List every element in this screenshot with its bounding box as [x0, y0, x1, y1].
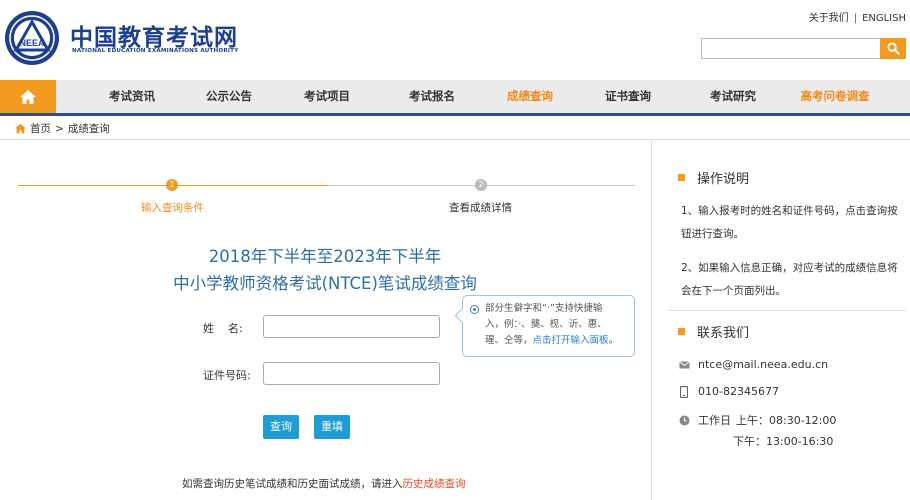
name-label: 姓 名: [203, 322, 243, 335]
search-input[interactable] [701, 38, 881, 59]
nav-item-exam-news[interactable]: 考试资讯 [104, 80, 160, 113]
nav-item-certificate-query[interactable]: 证书查询 [600, 80, 656, 113]
home-icon [15, 123, 26, 134]
help-heading: 操作说明 [678, 168, 749, 187]
site-subtitle: NATIONAL EDUCATION EXAMINATIONS AUTHORIT… [72, 48, 239, 54]
help-title: 操作说明 [697, 172, 750, 187]
email-icon [678, 360, 690, 369]
main-nav: 考试资讯 公示公告 考试项目 考试报名 成绩查询 证书查询 考试研究 高考问卷调… [0, 80, 910, 116]
home-icon [20, 89, 36, 104]
step-2-label: 查看成绩详情 [449, 202, 512, 214]
search-button[interactable] [880, 38, 906, 59]
breadcrumb-separator: > [55, 122, 64, 135]
page-title-line-2: 中小学教师资格考试(NTCE)笔试成绩查询 [173, 274, 477, 293]
email-text[interactable]: ntce@mail.neea.edu.cn [698, 358, 828, 371]
contact-heading: 联系我们 [678, 322, 749, 341]
id-number-label: 证件号码: [203, 369, 251, 382]
nav-item-gaokao-survey[interactable]: 高考问卷调查 [796, 80, 874, 113]
help-step-2: 2、如果输入信息正确，对应考试的成绩信息将会在下一个页面列出。 [681, 262, 898, 297]
tip-line-3: 瑆、仝等，点击打开输入面板。 [485, 333, 628, 349]
tip-line-3-text: 瑆、仝等， [485, 335, 533, 346]
contact-title: 联系我们 [697, 326, 750, 341]
history-text: 如需查询历史笔试成绩和历史面试成绩，请进入 [182, 478, 403, 490]
name-input[interactable] [263, 315, 440, 338]
phone-icon [678, 385, 690, 398]
open-input-panel-link[interactable]: 点击打开输入面板 [533, 335, 609, 346]
help-step-1: 1、输入报考时的姓名和证件号码，点击查询按钮进行查询。 [681, 205, 898, 240]
hours-am: 上午：08:30-12:00 [736, 414, 837, 427]
panel-divider [651, 140, 652, 500]
phone-text: 010-82345677 [698, 385, 779, 398]
nav-item-registration[interactable]: 考试报名 [404, 80, 460, 113]
nav-item-exam-programs[interactable]: 考试项目 [299, 80, 355, 113]
bullet-square-icon [678, 328, 685, 335]
input-tip-popover: 部分生僻字和“·”支持快捷输 入，例：·、龑、枧、䜣、惠、 瑆、仝等，点击打开输… [462, 295, 635, 357]
svg-text:NEEA: NEEA [19, 38, 45, 48]
reset-button[interactable]: 重填 [314, 415, 350, 439]
step-2-marker: 2 [475, 179, 487, 191]
breadcrumb-current: 成绩查询 [67, 123, 110, 135]
contact-hours-pm: 下午：13:00-16:30 [733, 433, 833, 449]
nav-item-exam-research[interactable]: 考试研究 [705, 80, 761, 113]
tip-line-2: 入，例：·、龑、枧、䜣、惠、 [485, 319, 607, 330]
hours-label: 工作日 [698, 414, 731, 427]
top-links-separator: | [853, 13, 858, 24]
top-links: 关于我们 | ENGLISH [809, 9, 906, 24]
id-number-input[interactable] [263, 362, 440, 385]
english-link[interactable]: ENGLISH [862, 13, 906, 24]
nav-home-button[interactable] [0, 80, 56, 113]
page-title-line-1: 2018年下半年至2023年下半年 [208, 247, 442, 266]
site-header: NEEA 中国教育考试网 NATIONAL EDUCATION EXAMINAT… [0, 0, 910, 80]
hours-pm: 下午：13:00-16:30 [733, 435, 834, 448]
clock-icon [678, 415, 690, 426]
tip-line-3-end: 。 [608, 335, 619, 346]
breadcrumb-home-link[interactable]: 首页 [30, 121, 51, 136]
nav-item-score-query[interactable]: 成绩查询 [502, 80, 558, 113]
site-title[interactable]: 中国教育考试网 [70, 18, 238, 52]
help-divider [668, 310, 906, 311]
nav-item-announcements[interactable]: 公示公告 [201, 80, 257, 113]
query-button[interactable]: 查询 [263, 415, 299, 439]
search-icon [886, 42, 900, 55]
history-note: 如需查询历史笔试成绩和历史面试成绩，请进入历史成绩查询 [182, 476, 466, 491]
bullet-square-icon [678, 174, 685, 181]
info-radio-icon [470, 305, 479, 314]
about-link[interactable]: 关于我们 [809, 13, 849, 24]
breadcrumb: 首页 > 成绩查询 [14, 121, 110, 136]
step-1-label: 输入查询条件 [141, 202, 204, 214]
history-score-link[interactable]: 历史成绩查询 [403, 478, 466, 490]
tip-line-1: 部分生僻字和“·”支持快捷输 [485, 303, 603, 314]
step-1-marker: 1 [166, 179, 178, 191]
neea-logo[interactable]: NEEA [4, 10, 60, 66]
contact-phone: 010-82345677 [678, 385, 779, 398]
breadcrumb-divider [0, 139, 910, 140]
contact-hours: 工作日 上午：08:30-12:00 [678, 412, 836, 428]
contact-email: ntce@mail.neea.edu.cn [678, 358, 828, 371]
